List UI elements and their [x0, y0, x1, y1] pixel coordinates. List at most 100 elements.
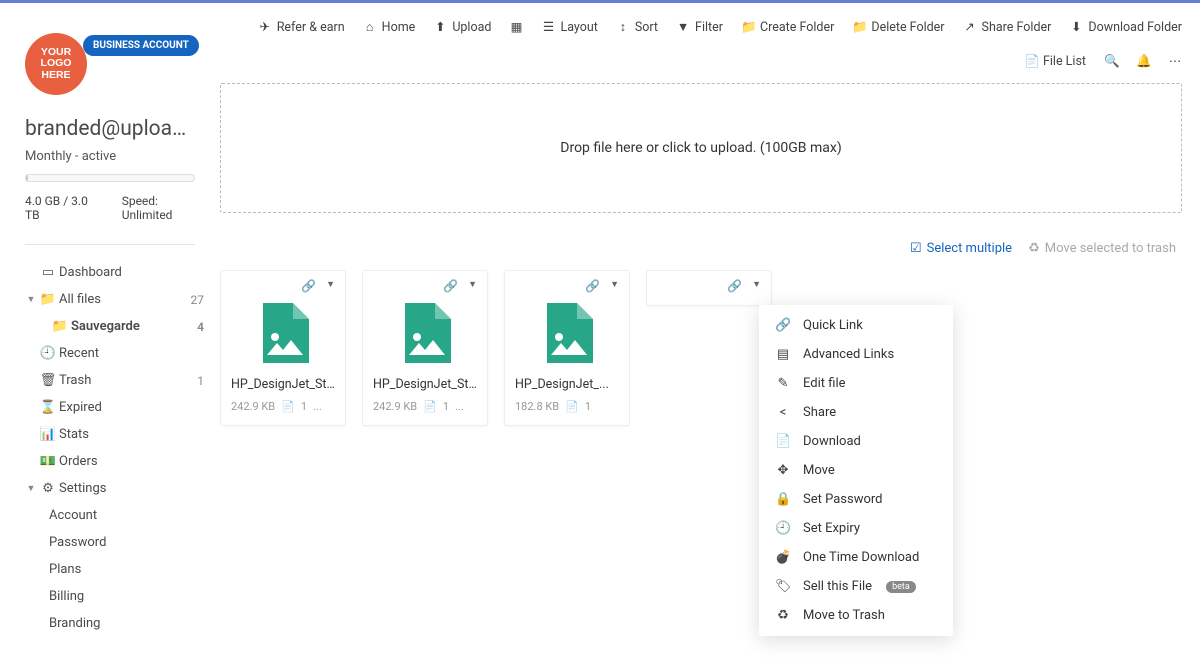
- menu-move-trash[interactable]: ♻Move to Trash: [759, 601, 953, 630]
- link-icon[interactable]: 🔗: [301, 279, 316, 293]
- upload-button[interactable]: ⬆Upload: [433, 19, 491, 35]
- create-folder-button[interactable]: 📁Create Folder: [741, 20, 834, 35]
- download-folder-button[interactable]: ⬇Download Folder: [1069, 19, 1182, 35]
- upload-icon: ⬆: [433, 19, 447, 35]
- folder-minus-icon: 📁: [852, 20, 866, 35]
- more-icon: ⋯: [1168, 53, 1182, 69]
- filter-button[interactable]: ▼Filter: [676, 20, 723, 35]
- nav-trash[interactable]: 🗑Trash1: [25, 367, 210, 394]
- nav-settings[interactable]: ▼⚙Settings: [25, 475, 210, 502]
- nav-password[interactable]: Password: [25, 529, 210, 556]
- recycle-icon: ♻: [775, 608, 791, 623]
- link-icon: 🔗: [775, 318, 791, 333]
- caret-icon[interactable]: ▼: [610, 279, 619, 293]
- nav-branding[interactable]: Branding: [25, 610, 210, 637]
- menu-edit-file[interactable]: ✎Edit file: [759, 369, 953, 398]
- folder-plus-icon: 📁: [741, 20, 755, 35]
- user-email: branded@uploadfile...: [25, 117, 195, 141]
- bell-icon: 🔔: [1136, 54, 1150, 69]
- home-button[interactable]: ⌂Home: [363, 20, 416, 35]
- nav-sauvegarde[interactable]: 📁Sauvegarde4: [25, 313, 210, 340]
- caret-icon: ▼: [25, 483, 37, 494]
- file-thumb: [231, 293, 335, 369]
- menu-sell-file[interactable]: 🏷Sell this Filebeta: [759, 572, 953, 601]
- context-menu: 🔗Quick Link ▤Advanced Links ✎Edit file <…: [759, 305, 953, 636]
- file-meta: 242.9 KB📄1...: [373, 400, 477, 413]
- bell-button[interactable]: 🔔: [1136, 54, 1150, 69]
- lock-icon: 🔒: [775, 492, 791, 507]
- more-button[interactable]: ⋯: [1168, 53, 1182, 69]
- logo: YOURLOGOHERE: [25, 33, 87, 95]
- nav-stats[interactable]: 📊Stats: [25, 421, 210, 448]
- chart-icon: 📊: [37, 427, 59, 442]
- refer-button[interactable]: ✈Refer & earn: [258, 19, 345, 35]
- filter-icon: ▼: [676, 20, 690, 35]
- trash-icon: 🗑: [37, 373, 59, 388]
- sidebar: YOURLOGOHERE BUSINESS ACCOUNT branded@up…: [0, 3, 220, 661]
- nav-orders[interactable]: 💵Orders: [25, 448, 210, 475]
- home-icon: ⌂: [363, 20, 377, 35]
- sort-icon: ↕: [616, 20, 630, 35]
- file-meta: 182.8 KB📄1: [515, 400, 619, 413]
- file-meta: 242.9 KB📄1...: [231, 400, 335, 413]
- nav-all-files[interactable]: ▼📁All files27: [25, 286, 210, 313]
- file-card[interactable]: 🔗 ▼ 🔗Quick Link ▤Advanced Links ✎Edit fi…: [646, 270, 772, 306]
- file-card[interactable]: 🔗 ▼ HP_DesignJet_... 182.8 KB📄1: [504, 270, 630, 426]
- delete-folder-button[interactable]: 📁Delete Folder: [852, 20, 944, 35]
- layout-button[interactable]: ☰Layout: [541, 19, 597, 35]
- menu-set-expiry[interactable]: 🕘Set Expiry: [759, 514, 953, 543]
- toolbar: ✈Refer & earn ⌂Home ⬆Upload ▦ ☰Layout ↕S…: [220, 13, 1182, 83]
- link-icon[interactable]: 🔗: [585, 279, 600, 293]
- file-thumb: [373, 293, 477, 369]
- share-icon: <: [775, 405, 791, 420]
- dropzone[interactable]: Drop file here or click to upload. (100G…: [220, 83, 1182, 213]
- file-name: HP_DesignJet_...: [515, 377, 619, 392]
- plan-status: Monthly - active: [25, 149, 210, 164]
- share-icon: ↗: [963, 19, 977, 35]
- move-to-trash-button[interactable]: ♻Move selected to trash: [1028, 241, 1176, 256]
- search-button[interactable]: 🔍: [1104, 54, 1118, 69]
- file-list-button[interactable]: 📄File List: [1024, 54, 1086, 69]
- caret-icon[interactable]: ▼: [326, 279, 335, 293]
- nav: ▭Dashboard ▼📁All files27 📁Sauvegarde4 🕘R…: [25, 259, 210, 637]
- menu-set-password[interactable]: 🔒Set Password: [759, 485, 953, 514]
- file-card[interactable]: 🔗 ▼ HP_DesignJet_St... 242.9 KB📄1...: [220, 270, 346, 426]
- menu-one-time[interactable]: 💣One Time Download: [759, 543, 953, 572]
- link-icon[interactable]: 🔗: [443, 279, 458, 293]
- file-card[interactable]: 🔗 ▼ HP_DesignJet_St... 242.9 KB📄1...: [362, 270, 488, 426]
- nav-plans[interactable]: Plans: [25, 556, 210, 583]
- tag-icon: 🏷: [775, 579, 791, 594]
- move-icon: ✥: [775, 463, 791, 478]
- account-badge: BUSINESS ACCOUNT: [83, 35, 199, 56]
- nav-account[interactable]: Account: [25, 502, 210, 529]
- download-icon: ⬇: [1069, 19, 1083, 35]
- menu-move[interactable]: ✥Move: [759, 456, 953, 485]
- select-multiple-button[interactable]: ☑Select multiple: [910, 241, 1012, 256]
- layout-icon: ☰: [541, 19, 555, 35]
- nav-expired[interactable]: ⌛Expired: [25, 394, 210, 421]
- folder-icon: 📁: [49, 319, 71, 334]
- grid-view-button[interactable]: ▦: [509, 19, 523, 35]
- search-icon: 🔍: [1104, 54, 1118, 69]
- list-icon: ▤: [775, 347, 791, 362]
- download-icon: 📄: [775, 434, 791, 449]
- link-icon[interactable]: 🔗: [727, 279, 742, 293]
- menu-advanced-links[interactable]: ▤Advanced Links: [759, 340, 953, 369]
- caret-icon[interactable]: ▼: [752, 279, 761, 293]
- nav-recent[interactable]: 🕘Recent: [25, 340, 210, 367]
- money-icon: 💵: [37, 454, 59, 469]
- caret-icon[interactable]: ▼: [468, 279, 477, 293]
- file-icon: 📄: [1024, 54, 1038, 69]
- storage-speed: Speed: Unlimited: [122, 194, 210, 222]
- file-grid: 🔗 ▼ HP_DesignJet_St... 242.9 KB📄1... 🔗 ▼: [220, 270, 1182, 426]
- main: ✈Refer & earn ⌂Home ⬆Upload ▦ ☰Layout ↕S…: [220, 3, 1200, 661]
- menu-share[interactable]: <Share: [759, 398, 953, 427]
- sort-button[interactable]: ↕Sort: [616, 20, 658, 35]
- share-folder-button[interactable]: ↗Share Folder: [963, 19, 1052, 35]
- nav-dashboard[interactable]: ▭Dashboard: [25, 259, 210, 286]
- menu-download[interactable]: 📄Download: [759, 427, 953, 456]
- menu-quick-link[interactable]: 🔗Quick Link: [759, 311, 953, 340]
- grid-icon: ▦: [509, 19, 523, 35]
- nav-billing[interactable]: Billing: [25, 583, 210, 610]
- file-icon: 📄: [281, 400, 295, 413]
